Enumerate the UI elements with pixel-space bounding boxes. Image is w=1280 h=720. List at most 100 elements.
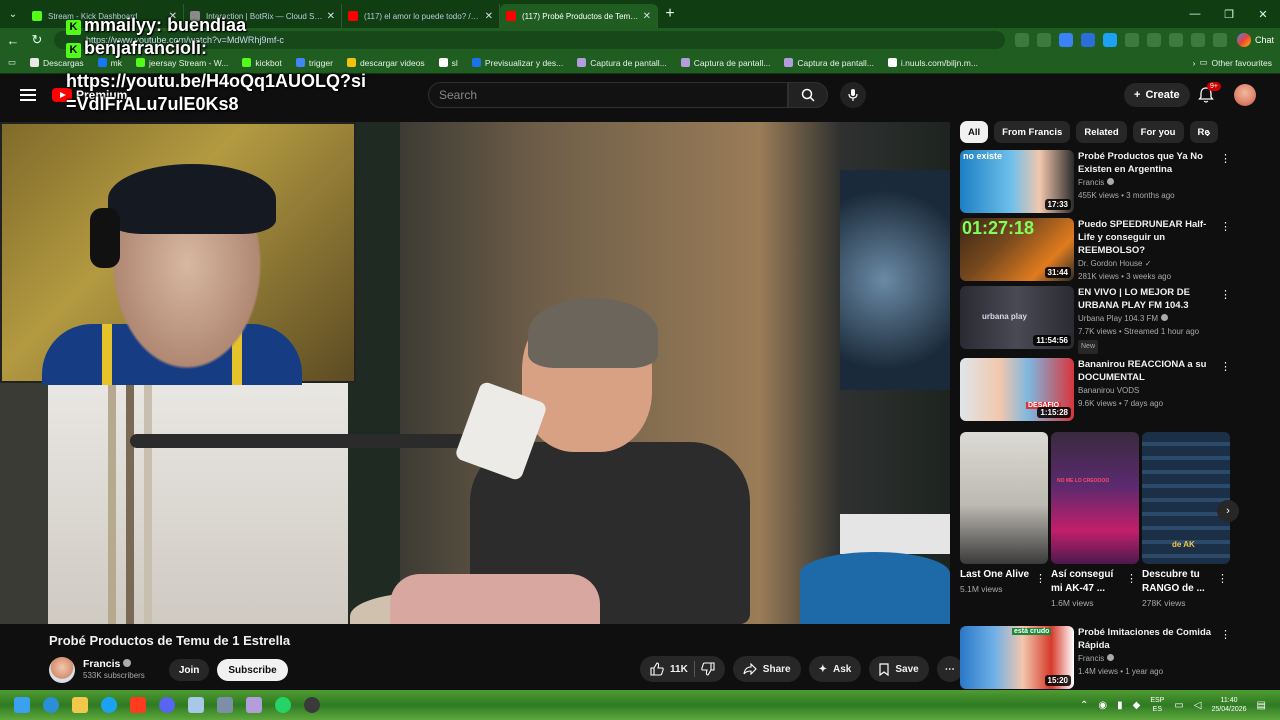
recommended-video[interactable]: 01:27:18 31:44 Puedo SPEEDRUNEAR Half-Li… bbox=[960, 218, 1231, 282]
app-icon[interactable] bbox=[217, 697, 233, 713]
bookmark-item[interactable]: Previsualizar y des... bbox=[471, 58, 563, 68]
maximize-icon[interactable]: ❐ bbox=[1212, 8, 1246, 21]
chip-from-channel[interactable]: From Francis bbox=[994, 121, 1071, 143]
shorts-next-chevron-icon[interactable]: › bbox=[1217, 500, 1239, 522]
video-player[interactable] bbox=[0, 122, 950, 624]
short-thumbnail[interactable]: NO ME LO CREOOOO bbox=[1051, 432, 1139, 564]
downloads-icon[interactable] bbox=[1212, 33, 1227, 47]
obs-icon[interactable] bbox=[304, 697, 320, 713]
more-vertical-icon[interactable]: ⋮ bbox=[1220, 152, 1231, 165]
bookmark-item[interactable]: Captura de pantall... bbox=[680, 58, 770, 68]
chip-related[interactable]: Related bbox=[1076, 121, 1127, 143]
menu-hamburger-icon[interactable] bbox=[20, 89, 36, 101]
voice-search-button[interactable] bbox=[840, 82, 866, 108]
chips-next-chevron-icon[interactable]: › bbox=[1206, 124, 1211, 140]
extensions-puzzle-icon[interactable] bbox=[1124, 33, 1139, 47]
windows-start-icon[interactable] bbox=[14, 697, 30, 713]
more-vertical-icon[interactable]: ⋮ bbox=[1220, 288, 1231, 301]
recommended-video[interactable]: está crudo 15:20 Probé Imitaciones de Co… bbox=[960, 626, 1231, 690]
search-button[interactable] bbox=[788, 82, 828, 108]
chip-for-you[interactable]: For you bbox=[1132, 121, 1184, 143]
recommended-video[interactable]: DESAFIO 1:15:28 Bananirou REACCIONA a su… bbox=[960, 358, 1231, 422]
more-vertical-icon[interactable]: ⋮ bbox=[1220, 360, 1231, 373]
thumbs-down-icon[interactable] bbox=[701, 662, 715, 676]
save-button[interactable]: Save bbox=[869, 656, 929, 682]
bookmark-item[interactable]: Captura de pantall... bbox=[577, 58, 667, 68]
thumbs-up-icon[interactable] bbox=[650, 662, 664, 676]
subscribe-button[interactable]: Subscribe bbox=[217, 659, 288, 681]
channel-name[interactable]: Francis bbox=[1078, 178, 1104, 187]
favorites-icon[interactable] bbox=[1168, 33, 1183, 47]
tray-overflow-icon[interactable]: ⌃ bbox=[1080, 700, 1088, 711]
search-input[interactable]: Search bbox=[428, 82, 788, 108]
recommended-video[interactable]: urbana play 11:54:56 EN VIVO | LO MEJOR … bbox=[960, 286, 1231, 354]
more-vertical-icon[interactable]: ⋮ bbox=[1220, 220, 1231, 233]
video-title[interactable]: EN VIVO | LO MEJOR DE URBANA PLAY FM 104… bbox=[1078, 286, 1218, 312]
extension-icon[interactable] bbox=[1080, 33, 1095, 47]
channel-avatar[interactable] bbox=[49, 657, 75, 683]
short-item[interactable]: NO ME LO CREOOOO Así conseguí mi AK-47 .… bbox=[1051, 432, 1139, 617]
pen-app-icon[interactable] bbox=[246, 697, 262, 713]
new-tab-button[interactable]: + bbox=[658, 5, 682, 23]
join-button[interactable]: Join bbox=[168, 659, 210, 681]
tab-search-chevron-icon[interactable]: ⌄ bbox=[0, 0, 26, 28]
browser-icon[interactable] bbox=[101, 697, 117, 713]
close-window-icon[interactable]: ✕ bbox=[1246, 8, 1280, 21]
language-indicator[interactable]: ESP ES bbox=[1150, 696, 1164, 714]
clock[interactable]: 11:40 25/04/2026 bbox=[1212, 696, 1247, 714]
like-count[interactable]: 11K bbox=[670, 664, 688, 675]
reading-list-icon[interactable]: ▭ bbox=[8, 57, 16, 68]
recommended-video[interactable]: no existe 17:33 Probé Productos que Ya N… bbox=[960, 150, 1231, 214]
notification-center-icon[interactable]: ▤ bbox=[1257, 700, 1266, 711]
video-title[interactable]: Probé Productos que Ya No Existen en Arg… bbox=[1078, 150, 1218, 176]
video-thumbnail[interactable]: no existe 17:33 bbox=[960, 150, 1074, 213]
edge-icon[interactable] bbox=[43, 697, 59, 713]
more-vertical-icon[interactable]: ⋮ bbox=[1126, 572, 1137, 585]
bookmark-star-icon[interactable] bbox=[1036, 33, 1051, 47]
more-vertical-icon[interactable]: ⋮ bbox=[1035, 572, 1046, 585]
account-avatar[interactable] bbox=[1234, 84, 1256, 106]
volume-icon[interactable]: ◁ bbox=[1194, 700, 1202, 711]
youtube-app-icon[interactable] bbox=[130, 697, 146, 713]
ask-button[interactable]: ✦ Ask bbox=[808, 656, 862, 682]
video-title[interactable]: Probé Imitaciones de Comida Rápida bbox=[1078, 626, 1218, 652]
channel-name[interactable]: Francis bbox=[1078, 654, 1104, 663]
video-thumbnail[interactable]: está crudo 15:20 bbox=[960, 626, 1074, 689]
bookmark-item[interactable]: sl bbox=[438, 58, 458, 68]
channel-name[interactable]: Bananirou VODS bbox=[1078, 384, 1218, 397]
close-tab-icon[interactable]: ✕ bbox=[485, 11, 493, 22]
notifications-button[interactable]: 9+ bbox=[1198, 82, 1221, 106]
channel-name[interactable]: Dr. Gordon House ✓ bbox=[1078, 257, 1218, 270]
app-icon[interactable] bbox=[188, 697, 204, 713]
extension-icon[interactable] bbox=[1058, 33, 1073, 47]
discord-tray-icon[interactable]: ◉ bbox=[1098, 700, 1107, 711]
short-thumbnail[interactable] bbox=[960, 432, 1048, 564]
reload-icon[interactable]: ↻ bbox=[30, 32, 44, 48]
short-title[interactable]: Descubre tu RANGO de ... bbox=[1142, 568, 1214, 596]
split-screen-icon[interactable] bbox=[1146, 33, 1161, 47]
more-vertical-icon[interactable]: ⋮ bbox=[1220, 628, 1231, 641]
bookmark-item[interactable]: i.nuuls.com/biljn.m... bbox=[887, 58, 978, 68]
channel-name[interactable]: Urbana Play 104.3 FM bbox=[1078, 314, 1158, 323]
file-explorer-icon[interactable] bbox=[72, 697, 88, 713]
close-tab-icon[interactable]: ✕ bbox=[643, 11, 651, 22]
video-thumbnail[interactable]: DESAFIO 1:15:28 bbox=[960, 358, 1074, 421]
minimize-icon[interactable]: — bbox=[1178, 8, 1212, 21]
short-thumbnail[interactable]: de AK bbox=[1142, 432, 1230, 564]
extension-icon[interactable] bbox=[1102, 33, 1117, 47]
tab-youtube-temu[interactable]: (117) Probé Productos de Temu de ✕ bbox=[500, 4, 658, 28]
short-item[interactable]: Last One Alive 5.1M views ⋮ bbox=[960, 432, 1048, 617]
short-title[interactable]: Last One Alive bbox=[960, 568, 1032, 582]
back-arrow-icon[interactable]: ← bbox=[6, 33, 20, 48]
video-thumbnail[interactable]: urbana play 11:54:56 bbox=[960, 286, 1074, 349]
tab-groups-icon[interactable] bbox=[1014, 33, 1029, 47]
short-title[interactable]: Así conseguí mi AK-47 ... bbox=[1051, 568, 1123, 596]
video-thumbnail[interactable]: 01:27:18 31:44 bbox=[960, 218, 1074, 281]
other-favourites[interactable]: › ▭ Other favourites bbox=[1193, 57, 1272, 68]
more-actions-button[interactable]: ⋯ bbox=[936, 656, 963, 682]
video-title[interactable]: Puedo SPEEDRUNEAR Half-Life y conseguir … bbox=[1078, 218, 1218, 257]
chip-all[interactable]: All bbox=[960, 121, 989, 143]
bookmark-item[interactable]: Captura de pantall... bbox=[784, 58, 874, 68]
short-item[interactable]: de AK Descubre tu RANGO de ... 278K view… bbox=[1142, 432, 1230, 617]
share-button[interactable]: Share bbox=[732, 656, 801, 682]
